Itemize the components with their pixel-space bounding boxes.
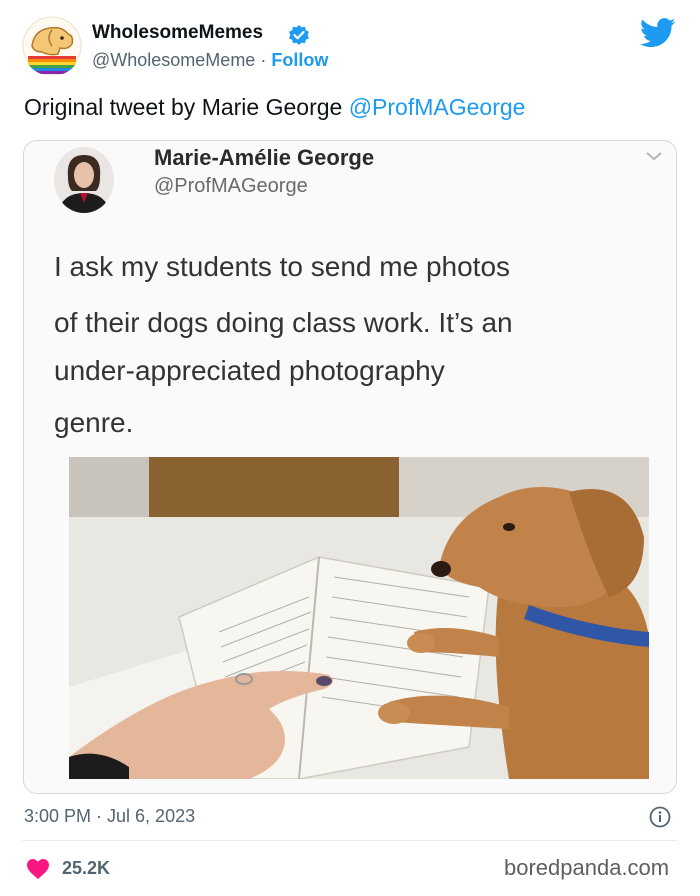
follow-button[interactable]: Follow — [271, 50, 328, 70]
watermark: boredpanda.com — [504, 855, 670, 880]
account-name[interactable]: WholesomeMemes — [92, 22, 263, 44]
account-handle-row: @WholesomeMeme · Follow — [92, 50, 328, 71]
embedded-author-avatar — [54, 147, 114, 213]
account-handle[interactable]: @WholesomeMeme — [92, 50, 255, 70]
tweet-text: Original tweet by Marie George @ProfMAGe… — [24, 94, 525, 121]
embedded-tweet-line: genre. — [54, 407, 134, 438]
twitter-bird-icon[interactable] — [639, 18, 676, 48]
footer-divider — [22, 840, 678, 841]
tweet-timestamp[interactable]: 3:00 PM · Jul 6, 2023 — [24, 806, 195, 827]
tweet-text-prefix: Original tweet by Marie George — [24, 94, 349, 120]
chevron-down-icon — [644, 149, 664, 163]
embedded-tweet-line: I ask my students to send me photos — [54, 251, 511, 282]
heart-icon[interactable] — [26, 858, 50, 880]
info-icon[interactable] — [649, 806, 671, 828]
dog-photo — [69, 457, 649, 779]
embedded-author-handle: @ProfMAGeorge — [154, 175, 308, 197]
like-count: 25.2K — [62, 858, 111, 878]
embedded-tweet-image[interactable]: Marie-Amélie George @ProfMAGeorge I ask … — [23, 140, 677, 794]
handle-separator: · — [260, 50, 267, 70]
account-avatar[interactable] — [22, 16, 82, 76]
embedded-tweet-line: of their dogs doing class work. It’s an — [54, 307, 513, 338]
verified-badge-icon — [288, 24, 310, 46]
embedded-author-name: Marie-Amélie George — [154, 145, 375, 170]
mention-link[interactable]: @ProfMAGeorge — [349, 94, 526, 120]
embedded-tweet-line: under-appreciated photography — [54, 355, 445, 386]
